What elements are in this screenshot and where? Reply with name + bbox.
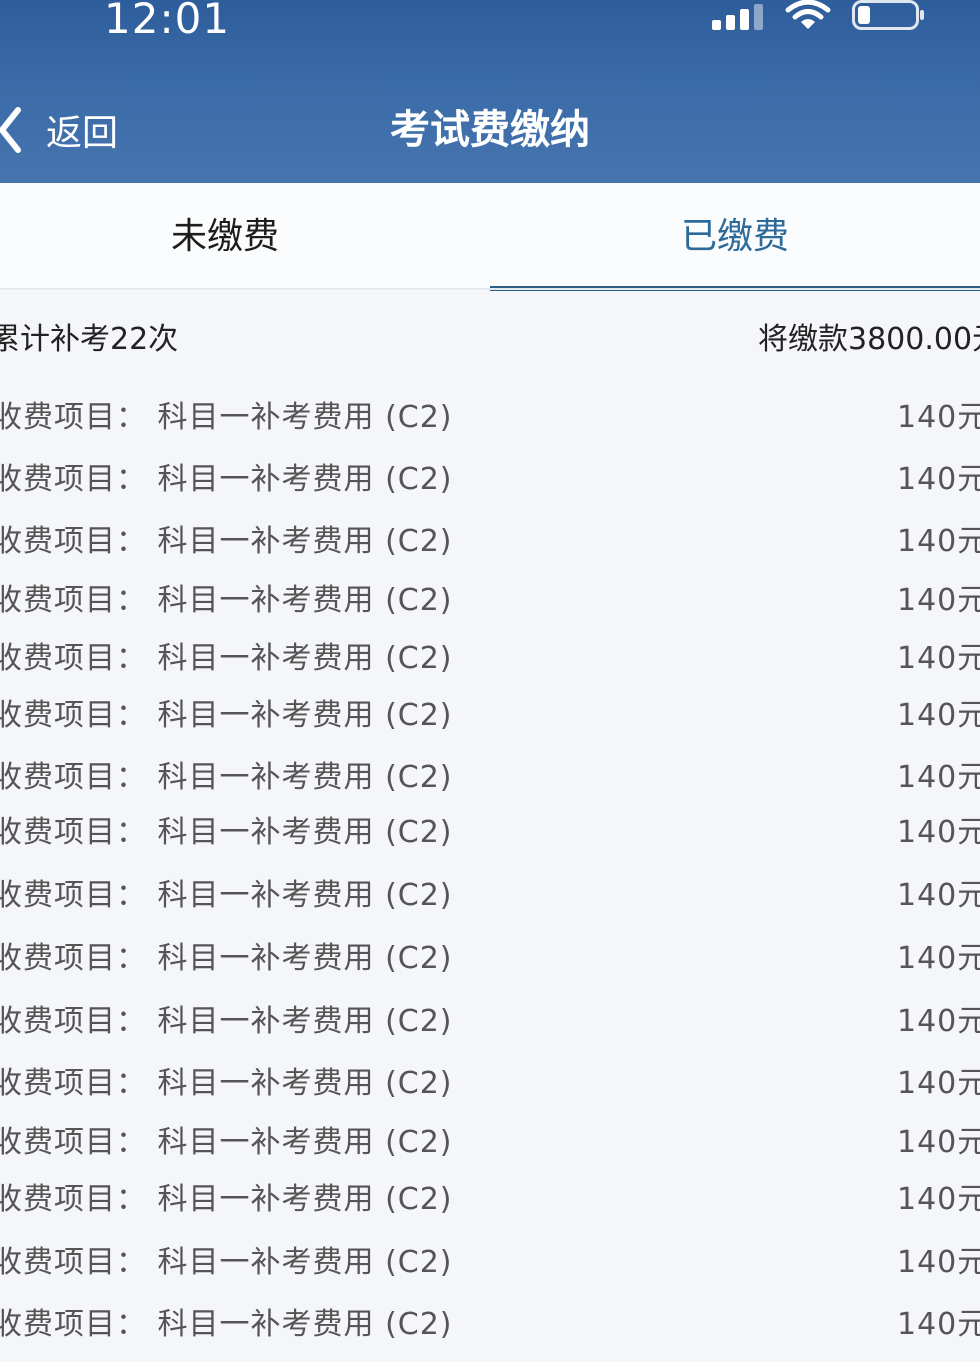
list-item: 收费项目： 科目一补考费用 (C2) 140元	[0, 750, 980, 806]
fee-item-label: 收费项目： 科目一补考费用 (C2)	[0, 1125, 453, 1160]
fee-item-label: 收费项目： 科目一补考费用 (C2)	[0, 1307, 453, 1342]
list-item: 收费项目： 科目一补考费用 (C2) 140元	[0, 1172, 980, 1228]
fee-amount: 140元	[897, 583, 980, 618]
list-item: 收费项目： 科目一补考费用 (C2) 140元	[0, 1235, 980, 1291]
app-header: 12:01 返回 考试费缴纳	[0, 0, 980, 183]
fee-item-label: 收费项目： 科目一补考费用 (C2)	[0, 641, 453, 676]
list-item: 收费项目： 科目一补考费用 (C2) 140元	[0, 514, 980, 570]
fee-amount: 140元	[897, 641, 980, 676]
fee-item-label: 收费项目： 科目一补考费用 (C2)	[0, 524, 453, 559]
fee-item-label: 收费项目： 科目一补考费用 (C2)	[0, 760, 453, 795]
list-item: 收费项目： 科目一补考费用 (C2) 140元	[0, 868, 980, 924]
tab-bar: 未缴费 已缴费	[0, 183, 980, 291]
list-item: 收费项目： 科目一补考费用 (C2) 140元	[0, 688, 980, 744]
fee-amount: 140元	[897, 1125, 980, 1160]
payment-summary: 累计补考22次 将缴款3800.00元	[0, 310, 980, 370]
list-item: 收费项目： 科目一补考费用 (C2) 140元	[0, 390, 980, 446]
fee-amount: 140元	[897, 1245, 980, 1280]
list-item: 收费项目： 科目一补考费用 (C2) 140元	[0, 1297, 980, 1353]
retake-count: 累计补考22次	[0, 322, 179, 357]
divider	[0, 288, 980, 290]
list-item: 收费项目： 科目一补考费用 (C2) 140元	[0, 1115, 980, 1171]
tab-unpaid[interactable]: 未缴费	[0, 183, 450, 291]
fee-item-label: 收费项目： 科目一补考费用 (C2)	[0, 400, 453, 435]
fee-amount: 140元	[897, 760, 980, 795]
fee-item-label: 收费项目： 科目一补考费用 (C2)	[0, 941, 453, 976]
fee-item-label: 收费项目： 科目一补考费用 (C2)	[0, 1004, 453, 1039]
list-item: 收费项目： 科目一补考费用 (C2) 140元	[0, 573, 980, 629]
total-amount: 将缴款3800.00元	[758, 322, 980, 357]
fee-item-label: 收费项目： 科目一补考费用 (C2)	[0, 1245, 453, 1280]
fee-amount: 140元	[897, 941, 980, 976]
fee-amount: 140元	[897, 1182, 980, 1217]
page-title: 考试费缴纳	[390, 107, 590, 153]
battery-icon	[852, 0, 924, 30]
fee-amount: 140元	[897, 1066, 980, 1101]
fee-item-label: 收费项目： 科目一补考费用 (C2)	[0, 698, 453, 733]
list-item: 收费项目： 科目一补考费用 (C2) 140元	[0, 931, 980, 987]
fee-item-label: 收费项目： 科目一补考费用 (C2)	[0, 583, 453, 618]
fee-amount: 140元	[897, 698, 980, 733]
fee-item-label: 收费项目： 科目一补考费用 (C2)	[0, 878, 453, 913]
fee-amount: 140元	[897, 1307, 980, 1342]
fee-amount: 140元	[897, 400, 980, 435]
fee-item-label: 收费项目： 科目一补考费用 (C2)	[0, 1182, 453, 1217]
fee-amount: 140元	[897, 524, 980, 559]
fee-amount: 140元	[897, 815, 980, 850]
fee-amount: 140元	[897, 462, 980, 497]
list-item: 收费项目： 科目一补考费用 (C2) 140元	[0, 452, 980, 508]
fee-item-label: 收费项目： 科目一补考费用 (C2)	[0, 815, 453, 850]
list-item: 收费项目： 科目一补考费用 (C2) 140元	[0, 994, 980, 1050]
tab-paid[interactable]: 已缴费	[490, 183, 980, 291]
fee-item-label: 收费项目： 科目一补考费用 (C2)	[0, 462, 453, 497]
cellular-signal-icon	[712, 4, 768, 30]
fee-item-label: 收费项目： 科目一补考费用 (C2)	[0, 1066, 453, 1101]
wifi-icon	[785, 0, 831, 29]
fee-amount: 140元	[897, 878, 980, 913]
list-item: 收费项目： 科目一补考费用 (C2) 140元	[0, 631, 980, 687]
status-time: 12:01	[104, 0, 231, 43]
fee-amount: 140元	[897, 1004, 980, 1039]
list-item: 收费项目： 科目一补考费用 (C2) 140元	[0, 1056, 980, 1112]
list-item: 收费项目： 科目一补考费用 (C2) 140元	[0, 805, 980, 861]
